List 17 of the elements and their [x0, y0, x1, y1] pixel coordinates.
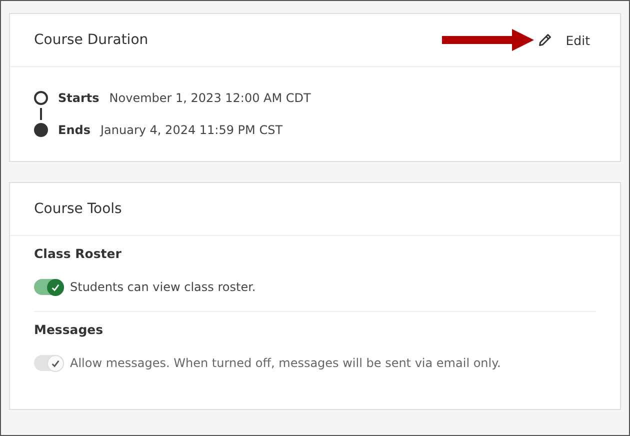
- event-date: November 1, 2023 12:00 AM CDT: [109, 91, 311, 105]
- check-icon: [51, 282, 60, 292]
- check-icon: [51, 358, 60, 368]
- toggle-label: Allow messages. When turned off, messages will be sent via email only.: [70, 356, 501, 370]
- event-label: Starts: [58, 91, 100, 105]
- event-date: January 4, 2024 11:59 PM CST: [100, 123, 283, 137]
- card-title: Course Duration: [34, 32, 150, 48]
- section-heading: Messages: [34, 322, 104, 337]
- toggle-label: Students can view class roster.: [70, 280, 256, 294]
- section-heading: Class Roster: [34, 246, 122, 261]
- edit-button[interactable]: Edit: [538, 32, 590, 48]
- card-title: Course Tools: [34, 201, 123, 217]
- arrow-icon: [442, 29, 534, 51]
- timeline-connector: [40, 108, 42, 120]
- event-label: Ends: [58, 123, 90, 137]
- pencil-icon: [538, 33, 552, 47]
- toggle-switch[interactable]: [34, 279, 64, 295]
